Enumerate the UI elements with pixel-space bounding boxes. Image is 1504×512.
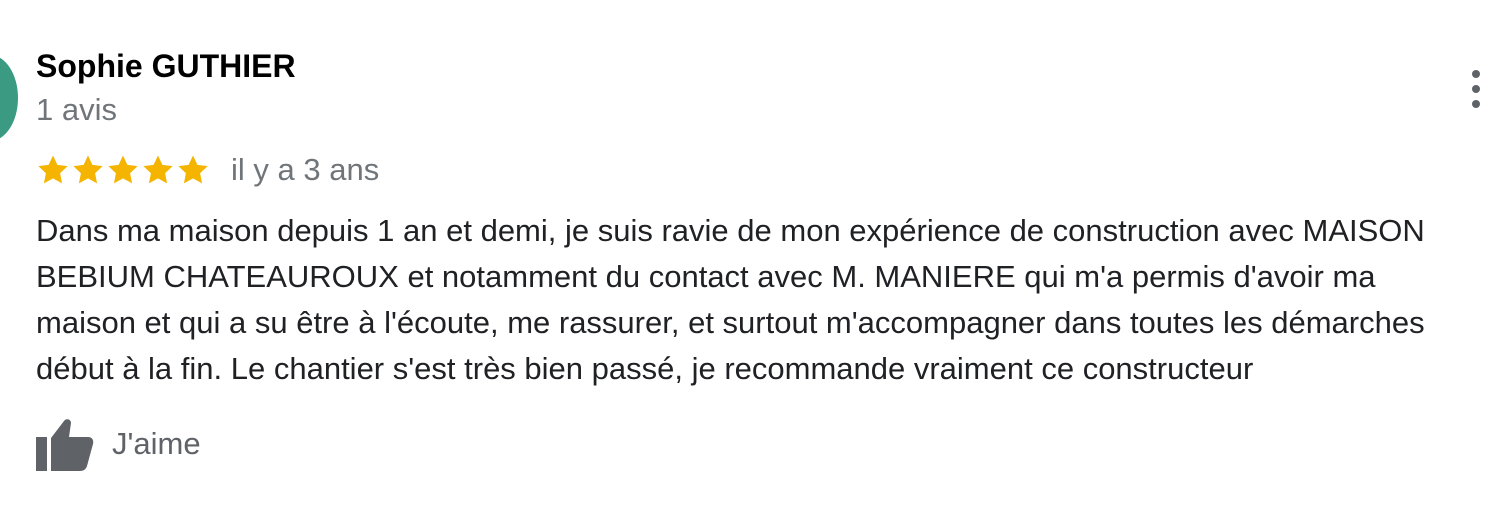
like-button[interactable]: J'aime	[36, 416, 201, 472]
more-vert-icon	[1472, 70, 1480, 78]
more-options-button[interactable]	[1460, 70, 1492, 108]
author-name[interactable]: Sophie GUTHIER	[36, 48, 296, 85]
avatar[interactable]	[0, 55, 18, 141]
star-icon	[143, 155, 173, 184]
thumbs-up-icon	[36, 419, 94, 471]
star-icon	[38, 155, 68, 184]
review-date: il y a 3 ans	[231, 152, 380, 187]
star-icon	[73, 155, 103, 184]
review-count: 1 avis	[36, 92, 117, 127]
review-text-line: début à la fin. Le chantier s'est très b…	[36, 351, 1254, 386]
review-text-line: Dans ma maison depuis 1 an et demi, je s…	[36, 213, 1425, 248]
review-text-line: maison et qui a su être à l'écoute, me r…	[36, 305, 1425, 340]
like-label: J'aime	[112, 426, 201, 461]
review-text-line: BEBIUM CHATEAUROUX et notamment du conta…	[36, 259, 1376, 294]
review-text: Dans ma maison depuis 1 an et demi, je s…	[36, 208, 1504, 392]
star-icon	[108, 155, 138, 184]
review-card: Sophie GUTHIER 1 avis il y a 3 ans Dans …	[0, 0, 1504, 512]
rating-row: il y a 3 ans	[36, 150, 379, 190]
star-icon	[178, 155, 208, 184]
star-rating	[36, 153, 211, 187]
